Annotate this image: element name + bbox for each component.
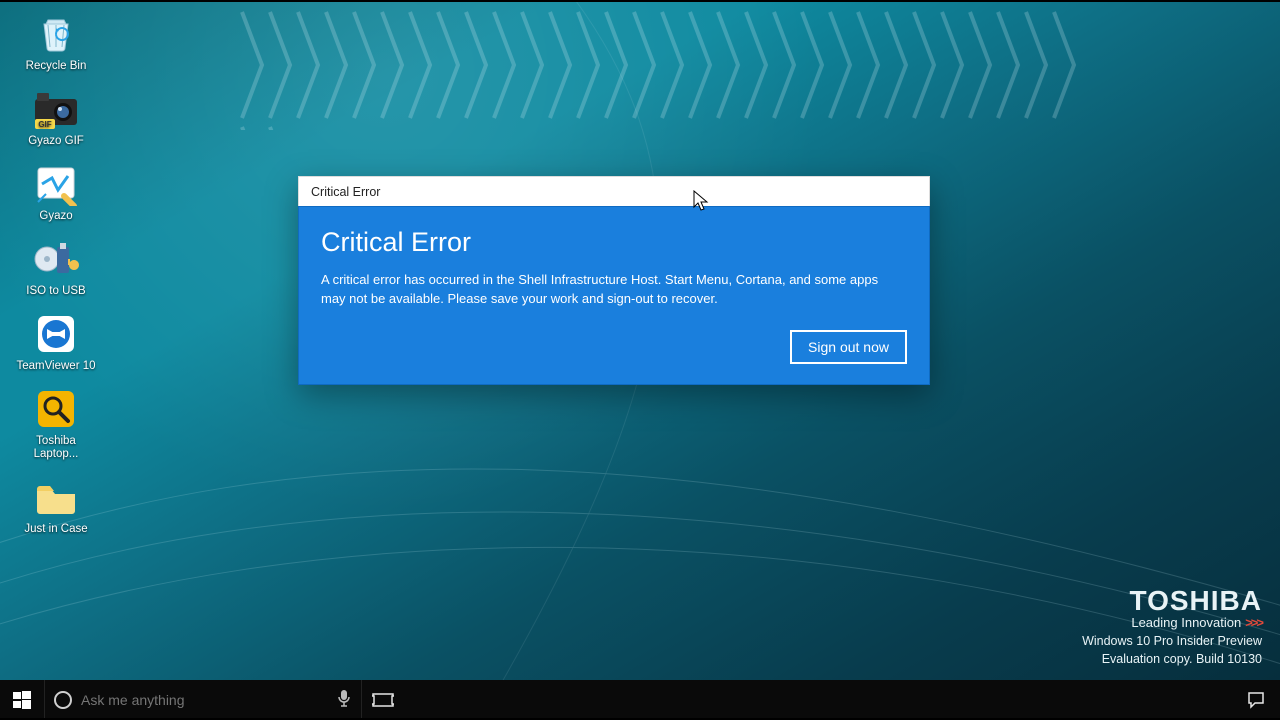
wallpaper-chevrons xyxy=(240,10,1100,130)
desktop-icon-label: Recycle Bin xyxy=(14,60,98,73)
dialog-heading: Critical Error xyxy=(321,227,907,258)
brand-name: TOSHIBA xyxy=(1082,585,1262,617)
desktop-icon-recycle-bin[interactable]: Recycle Bin xyxy=(14,10,98,73)
brand-tagline: Leading Innovation>>> xyxy=(1082,615,1262,630)
start-button[interactable] xyxy=(0,680,44,720)
chevrons-icon: >>> xyxy=(1245,615,1262,630)
iso-to-usb-icon xyxy=(32,235,80,283)
teamviewer-icon xyxy=(32,310,80,358)
desktop-screen: Recycle Bin GIF Gyazo GIF xyxy=(0,0,1280,720)
system-tray xyxy=(1238,680,1280,720)
dialog-titlebar[interactable]: Critical Error xyxy=(298,176,930,206)
sign-out-now-button[interactable]: Sign out now xyxy=(790,330,907,364)
desktop-icon-toshiba-laptop[interactable]: Toshiba Laptop... xyxy=(14,385,98,461)
desktop-icon-gyazo[interactable]: Gyazo xyxy=(14,160,98,223)
notifications-icon xyxy=(1247,691,1265,709)
dialog-actions: Sign out now xyxy=(321,330,907,364)
desktop-icon-iso-to-usb[interactable]: ISO to USB xyxy=(14,235,98,298)
taskbar-tasks xyxy=(362,680,404,720)
desktop-icon-label: Gyazo xyxy=(14,210,98,223)
svg-text:GIF: GIF xyxy=(38,120,51,129)
desktop-icon-label: Toshiba Laptop... xyxy=(14,435,98,461)
dialog-body: Critical Error A critical error has occu… xyxy=(298,206,930,385)
desktop-icon-label: Just in Case xyxy=(14,523,98,536)
folder-icon xyxy=(32,473,80,521)
tray-notifications-button[interactable] xyxy=(1238,680,1274,720)
windows-edition: Windows 10 Pro Insider Preview xyxy=(1082,634,1262,648)
desktop-icon-just-in-case[interactable]: Just in Case xyxy=(14,473,98,536)
windows-logo-icon xyxy=(13,691,31,709)
recycle-bin-icon xyxy=(32,10,80,58)
dialog-window-title: Critical Error xyxy=(311,185,380,199)
desktop-icons: Recycle Bin GIF Gyazo GIF xyxy=(14,10,124,548)
windows-build: Evaluation copy. Build 10130 xyxy=(1082,652,1262,666)
taskbar-search[interactable] xyxy=(44,680,362,720)
desktop-icon-label: TeamViewer 10 xyxy=(14,360,98,373)
desktop-icon-label: ISO to USB xyxy=(14,285,98,298)
desktop-watermark: TOSHIBA Leading Innovation>>> Windows 10… xyxy=(1082,585,1262,666)
letterbox-top xyxy=(0,0,1280,2)
desktop-icon-teamviewer[interactable]: TeamViewer 10 xyxy=(14,310,98,373)
camera-gif-icon: GIF xyxy=(32,85,80,133)
cortana-circle-icon xyxy=(53,690,73,710)
gyazo-icon xyxy=(32,160,80,208)
microphone-icon[interactable] xyxy=(337,689,351,712)
critical-error-dialog: Critical Error Critical Error A critical… xyxy=(298,176,930,385)
magnifier-icon xyxy=(32,385,80,433)
taskbar xyxy=(0,680,1280,720)
search-input[interactable] xyxy=(81,692,329,708)
desktop-icon-label: Gyazo GIF xyxy=(14,135,98,148)
dialog-message: A critical error has occurred in the She… xyxy=(321,270,891,308)
task-view-icon xyxy=(372,692,394,708)
task-view-button[interactable] xyxy=(362,680,404,720)
desktop-icon-gyazo-gif[interactable]: GIF Gyazo GIF xyxy=(14,85,98,148)
